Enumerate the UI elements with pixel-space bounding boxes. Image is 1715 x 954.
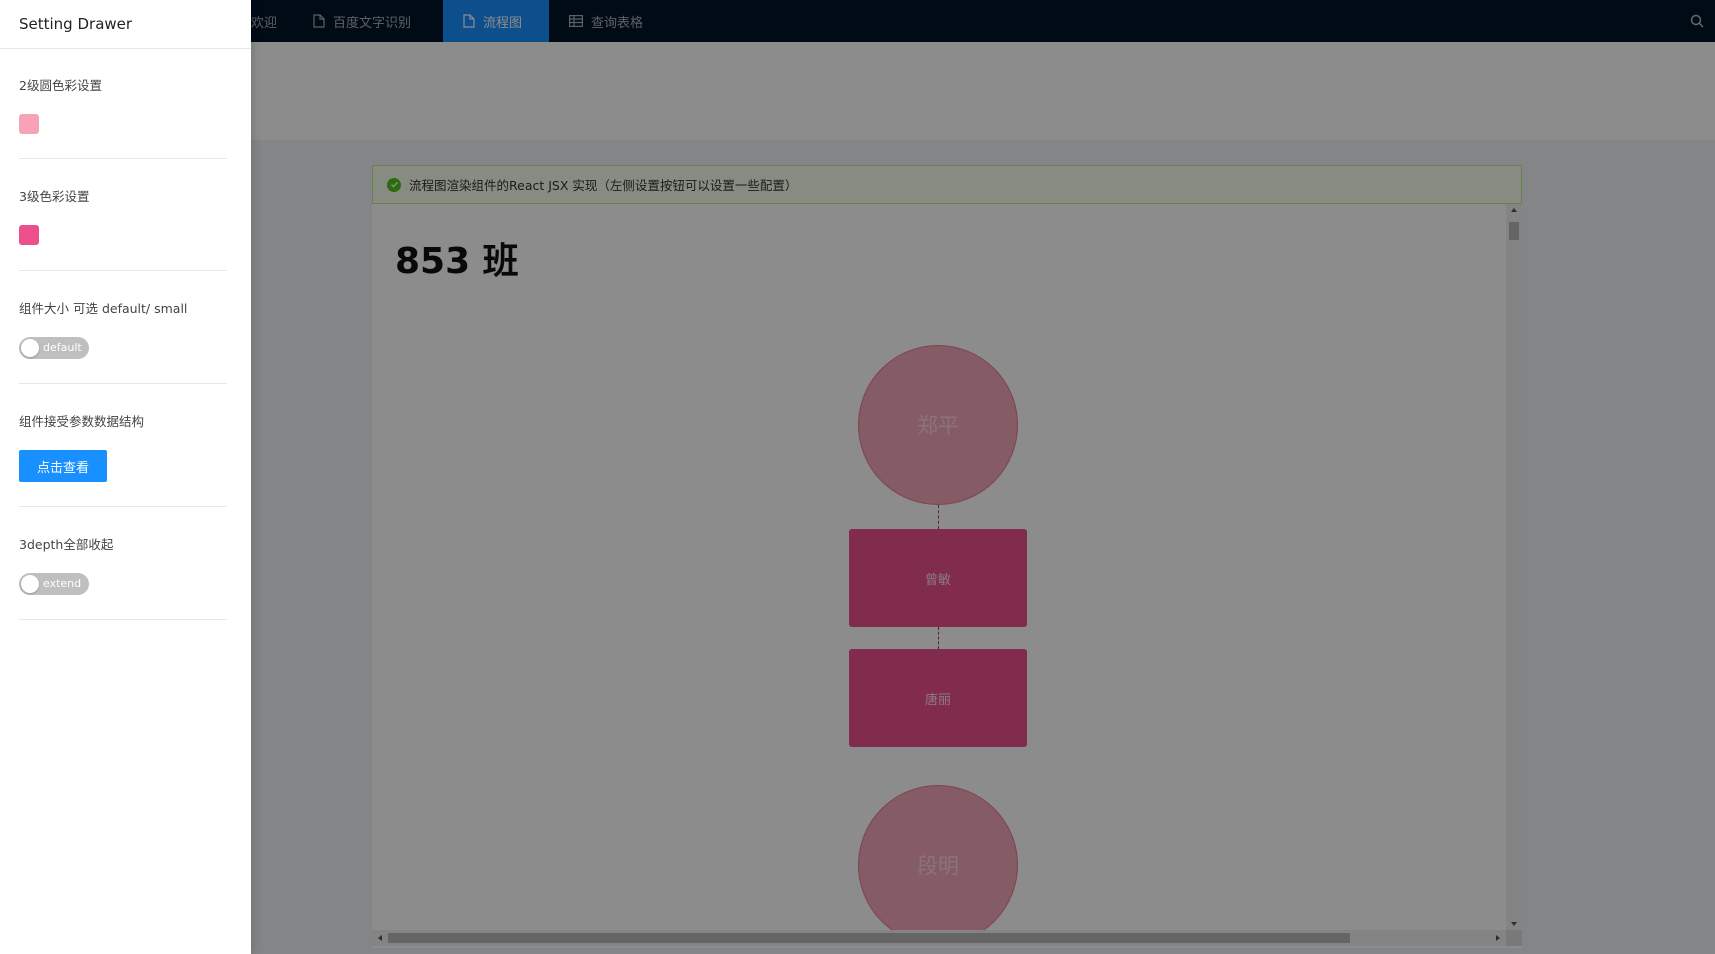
level3-color-setting: 3级色彩设置 xyxy=(19,186,227,271)
collapse-toggle[interactable]: extend xyxy=(19,573,89,595)
section-label: 3级色彩设置 xyxy=(19,189,90,204)
switch-knob xyxy=(21,575,39,593)
section-label: 2级圆色彩设置 xyxy=(19,78,102,93)
setting-drawer: Setting Drawer 2级圆色彩设置 3级色彩设置 组件大小 可选 de… xyxy=(0,0,251,954)
circle-color-setting: 2级圆色彩设置 xyxy=(19,75,227,159)
size-toggle[interactable]: default xyxy=(19,337,89,359)
collapse-depth-setting: 3depth全部收起 extend xyxy=(19,534,227,620)
component-size-setting: 组件大小 可选 default/ small default xyxy=(19,298,227,384)
switch-text: extend xyxy=(43,577,82,590)
view-data-button[interactable]: 点击查看 xyxy=(19,450,107,482)
color-swatch[interactable] xyxy=(19,114,39,134)
switch-text: default xyxy=(43,341,82,354)
section-label: 组件接受参数数据结构 xyxy=(19,414,145,429)
switch-knob xyxy=(21,339,39,357)
section-label: 组件大小 可选 default/ small xyxy=(19,301,188,316)
data-structure-setting: 组件接受参数数据结构 点击查看 xyxy=(19,411,227,507)
drawer-mask[interactable] xyxy=(0,0,1715,954)
drawer-title: Setting Drawer xyxy=(0,0,251,49)
color-swatch[interactable] xyxy=(19,225,39,245)
section-label: 3depth全部收起 xyxy=(19,537,114,552)
